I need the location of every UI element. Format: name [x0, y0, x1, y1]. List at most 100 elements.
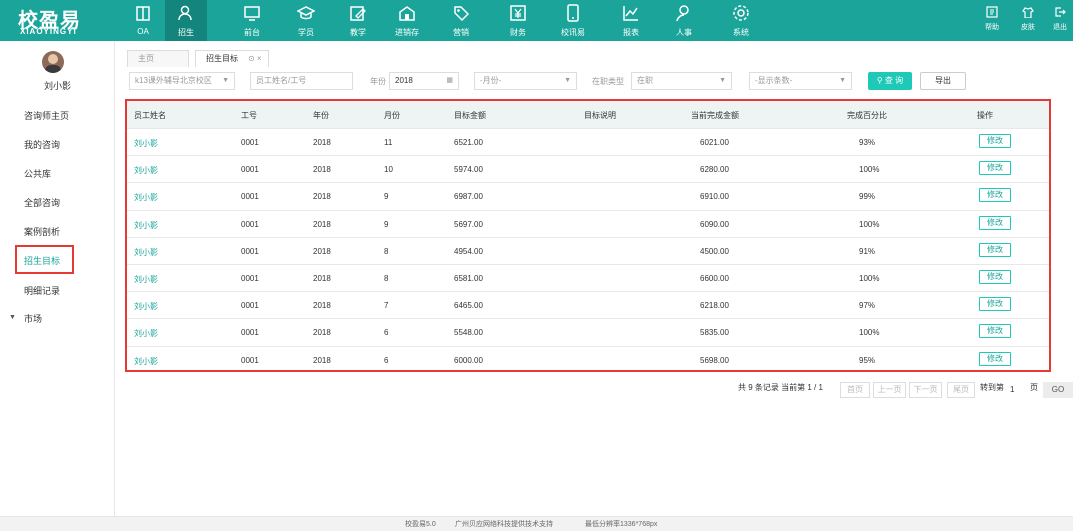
status-select[interactable]: 在职 ▼ [631, 72, 732, 90]
cell-name[interactable]: 刘小影 [134, 274, 158, 285]
next-page-button[interactable]: 下一页 [909, 382, 942, 398]
campus-select[interactable]: k13课外辅导北京校区 ▼ [129, 72, 235, 90]
col-header-month: 月份 [384, 111, 400, 120]
count-select[interactable]: -显示条数- ▼ [749, 72, 852, 90]
cell-current: 6021.00 [700, 138, 729, 147]
edit-button[interactable]: 修改 [979, 270, 1011, 284]
employee-search-input[interactable]: 员工姓名/工号 [250, 72, 353, 90]
target-table: 员工姓名 工号 年份 月份 目标金额 目标说明 当前完成金额 完成百分比 操作 … [125, 99, 1051, 372]
topnav-item-11[interactable]: 系统 [720, 0, 762, 41]
edit-button[interactable]: 修改 [979, 215, 1011, 230]
topnav-label: 财务 [510, 28, 526, 37]
cell-name[interactable]: 刘小影 [134, 165, 158, 176]
cell-name[interactable]: 刘小影 [134, 301, 158, 312]
cell-id: 0001 [241, 165, 259, 175]
col-header-target: 目标金额 [454, 111, 486, 120]
tab-label: 招生目标 [206, 54, 238, 63]
box-icon [399, 6, 415, 21]
last-page-button[interactable]: 尾页 [947, 382, 975, 398]
cell-name[interactable]: 刘小影 [134, 220, 158, 231]
topnav-item-6[interactable]: 营销 [440, 0, 482, 41]
cell-name[interactable]: 刘小影 [134, 247, 158, 258]
topnav-item-3[interactable]: 学员 [285, 0, 327, 41]
topnav-item-4[interactable]: 教学 [337, 0, 379, 41]
edit-button[interactable]: 修改 [979, 188, 1011, 203]
shirt-icon [1022, 7, 1034, 18]
sidebar-item-case-analysis[interactable]: 案例剖析 [24, 225, 60, 238]
logo-subtext: XIAOYINGYI [20, 27, 77, 36]
topnav-item-0[interactable]: OA [122, 0, 164, 41]
tab-enroll-target[interactable]: 招生目标 ⊙ × [195, 50, 269, 67]
cell-name[interactable]: 刘小影 [134, 356, 158, 367]
tab-bar: 主页 招生目标 ⊙ × [115, 41, 1073, 68]
col-header-note: 目标说明 [584, 111, 616, 120]
caret-down-icon[interactable]: ▼ [9, 314, 16, 321]
cell-target: 6987.00 [454, 192, 483, 202]
cell-pct: 100% [859, 219, 880, 229]
campus-value: k13课外辅导北京校区 [135, 76, 212, 85]
edit-button[interactable]: 修改 [979, 324, 1011, 339]
sidebar-item-counselor-home[interactable]: 咨询师主页 [24, 109, 69, 122]
sidebar-item-all-consult[interactable]: 全部咨询 [24, 196, 60, 209]
rightnav-item-1[interactable]: 皮肤 [1013, 0, 1043, 41]
cell-name[interactable]: 刘小影 [134, 138, 158, 149]
edit-button[interactable]: 修改 [979, 161, 1011, 176]
close-icon[interactable]: ⊙ × [248, 51, 262, 66]
cell-pct: 100% [859, 165, 880, 175]
first-page-button[interactable]: 首页 [840, 382, 870, 398]
topnav-label: 进销存 [395, 28, 419, 37]
rightnav-item-0[interactable]: 帮助 [977, 0, 1007, 41]
prev-page-button[interactable]: 上一页 [873, 382, 906, 398]
cell-id: 0001 [241, 219, 259, 229]
edit-button[interactable]: 修改 [979, 242, 1011, 257]
pager-summary: 共 9 条记录 当前第 1 / 1 [738, 383, 823, 392]
topnav-item-7[interactable]: 财务 [497, 0, 539, 41]
year-input[interactable]: 2018 ▦ [389, 72, 459, 90]
sidebar-item-my-consult[interactable]: 我的咨询 [24, 138, 60, 151]
col-header-name: 员工姓名 [134, 111, 166, 120]
edit-button[interactable]: 修改 [979, 297, 1011, 312]
cell-month: 9 [384, 192, 389, 202]
cell-current: 6090.00 [700, 219, 729, 229]
topnav-item-5[interactable]: 进销存 [386, 0, 428, 41]
cell-id: 0001 [241, 328, 259, 338]
logout-icon [1055, 7, 1066, 17]
rightnav-item-2[interactable]: 退出 [1045, 0, 1073, 41]
sidebar-item-detail-record[interactable]: 明细记录 [24, 284, 60, 297]
table-row: 刘小影 0001 2018 11 6521.00 6021.00 93% 修改 [127, 128, 1049, 155]
edit-button[interactable]: 修改 [979, 134, 1011, 148]
avatar[interactable] [42, 51, 64, 73]
table-row: 刘小影 0001 2018 7 6465.00 6218.00 97% 修改 [127, 291, 1049, 318]
edit-button[interactable]: 修改 [979, 351, 1011, 366]
month-select[interactable]: -月份- ▼ [474, 72, 577, 90]
tab-home[interactable]: 主页 [127, 50, 189, 67]
month-value: -月份- [480, 76, 502, 85]
highlight-box-sidebar [15, 245, 74, 274]
topnav-item-1[interactable]: 招生 [165, 0, 207, 41]
phone-icon [567, 4, 579, 22]
page-input[interactable]: 1 [1010, 383, 1026, 397]
go-button[interactable]: GO [1043, 382, 1073, 398]
footer-resolution: 最低分辨率1336*768px [585, 521, 658, 528]
users-icon [178, 5, 192, 21]
cell-year: 2018 [313, 355, 331, 365]
topnav-item-2[interactable]: 前台 [231, 0, 273, 41]
table-row: 刘小影 0001 2018 9 5697.00 6090.00 100% 修改 [127, 209, 1049, 237]
export-button[interactable]: 导出 [920, 72, 966, 90]
cell-year: 2018 [313, 138, 331, 147]
topnav-item-8[interactable]: 校讯易 [552, 0, 594, 41]
cell-month: 9 [384, 219, 389, 229]
col-header-percent: 完成百分比 [847, 111, 887, 120]
sidebar-item-public-pool[interactable]: 公共库 [24, 167, 51, 180]
top-navbar: 校盈易 XIAOYINGYI OA 招生 前台 学员 教学 进销存 营销 财务 校讯易 报表 人事 系… [0, 0, 1073, 41]
cell-name[interactable]: 刘小影 [134, 328, 158, 339]
cell-month: 6 [384, 355, 389, 365]
cell-name[interactable]: 刘小影 [134, 192, 158, 203]
rightnav-label: 皮肤 [1021, 24, 1035, 31]
topnav-item-9[interactable]: 报表 [610, 0, 652, 41]
sidebar-item-market[interactable]: 市场 [24, 312, 42, 325]
year-label: 年份 [370, 77, 386, 86]
cell-month: 11 [384, 138, 393, 147]
topnav-item-10[interactable]: 人事 [663, 0, 705, 41]
search-button[interactable]: ⚲ 查 询 [868, 72, 912, 90]
